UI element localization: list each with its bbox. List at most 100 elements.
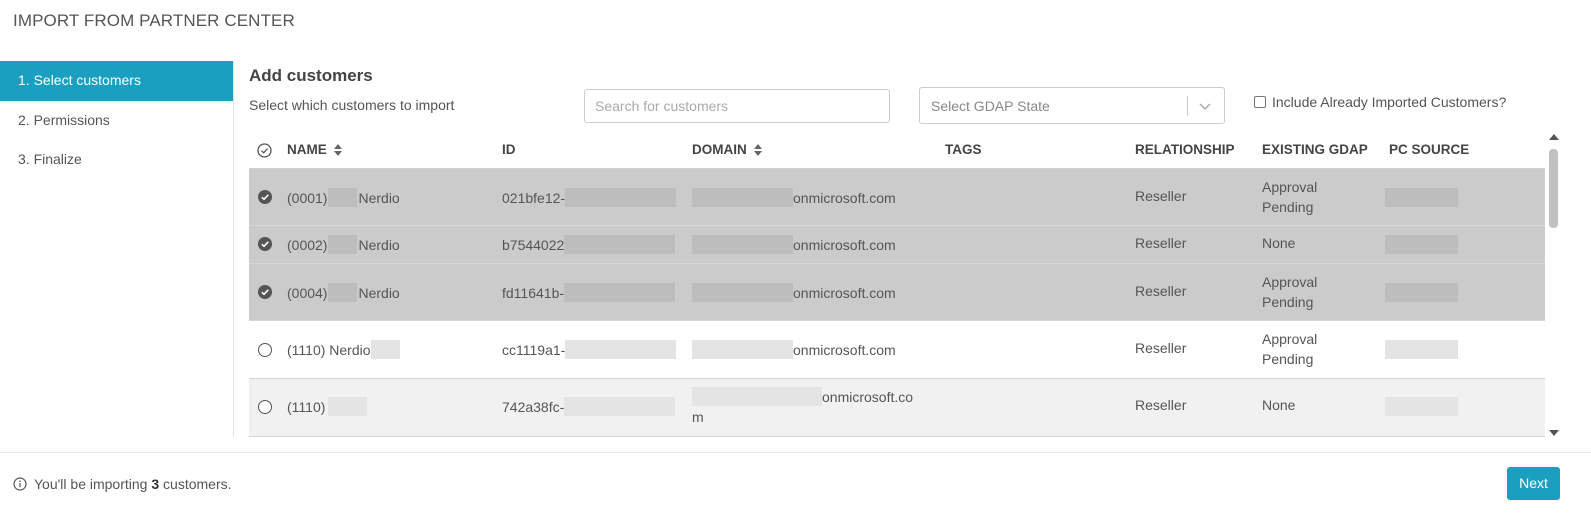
cell-gdap: Approval Pending <box>1262 179 1318 215</box>
customers-table: NAME ID DOMAIN TAGS RELATIONSHIP EXISTIN… <box>249 132 1545 437</box>
redacted-block <box>564 283 676 302</box>
column-relationship: RELATIONSHIP <box>1135 142 1235 157</box>
cell-gdap: None <box>1262 397 1296 413</box>
cell-name: (0004) Nerdio <box>287 283 400 302</box>
scroll-down-arrow-icon[interactable] <box>1549 430 1559 436</box>
cell-pc-source <box>1385 397 1458 416</box>
column-id: ID <box>502 142 516 157</box>
cell-domain: onmicrosoft.com <box>692 387 920 427</box>
cell-relationship: Reseller <box>1135 340 1187 356</box>
cell-pc-source <box>1385 340 1458 359</box>
page-title: IMPORT FROM PARTNER CENTER <box>13 11 295 30</box>
table-header: NAME ID DOMAIN TAGS RELATIONSHIP EXISTIN… <box>249 132 1545 169</box>
row-checkbox[interactable] <box>258 190 272 204</box>
gdap-state-select[interactable]: Select GDAP State <box>919 87 1225 124</box>
redacted-block <box>1385 397 1458 416</box>
table-row[interactable]: (0001) Nerdio 021bfe12- onmicrosoft.com R… <box>249 169 1545 226</box>
row-checkbox[interactable] <box>258 237 272 251</box>
cell-name: (1110) Nerdio <box>287 340 400 359</box>
check-icon <box>261 194 269 201</box>
column-domain[interactable]: DOMAIN <box>692 142 763 157</box>
cell-id: b7544022 <box>502 235 676 254</box>
footer-divider <box>0 452 1591 453</box>
cell-id: 742a38fc- <box>502 397 676 416</box>
scrollbar-thumb[interactable] <box>1549 149 1558 228</box>
redacted-block <box>564 235 676 254</box>
name-prefix: (1110) Nerdio <box>287 341 371 358</box>
table-row[interactable]: (1110) 742a38fc- onmicrosoft.com Reselle… <box>249 379 1545 437</box>
domain-text: onmicrosoft.com <box>793 341 896 358</box>
redacted-block <box>565 188 677 207</box>
id-text: b7544022 <box>502 236 565 253</box>
column-name[interactable]: NAME <box>287 142 343 157</box>
cell-pc-source <box>1385 283 1458 302</box>
next-button[interactable]: Next <box>1507 467 1560 500</box>
cell-id: 021bfe12- <box>502 188 677 207</box>
redacted-block <box>565 340 677 359</box>
import-summary: You'll be importing 3 customers. <box>13 476 232 492</box>
redacted-block <box>692 188 793 207</box>
redacted-block <box>370 340 400 359</box>
select-all-check-icon[interactable] <box>257 143 272 158</box>
redacted-block <box>1385 283 1458 302</box>
table-row[interactable]: (0004) Nerdio fd11641b- onmicrosoft.com R… <box>249 264 1545 321</box>
cell-name: (1110) <box>287 397 368 416</box>
table-scrollbar[interactable] <box>1545 134 1562 436</box>
scroll-up-arrow-icon[interactable] <box>1549 134 1559 140</box>
column-domain-label: DOMAIN <box>692 142 747 157</box>
name-suffix: Nerdio <box>358 236 400 253</box>
redacted-block <box>1385 188 1458 207</box>
name-suffix: Nerdio <box>358 189 400 206</box>
table-row[interactable]: (1110) Nerdio cc1119a1- onmicrosoft.com … <box>249 321 1545 379</box>
include-imported-checkbox[interactable] <box>1254 96 1266 108</box>
redacted-block <box>328 283 358 302</box>
wizard-steps: 1. Select customers 2. Permissions 3. Fi… <box>0 61 234 437</box>
cell-pc-source <box>1385 235 1458 254</box>
summary-prefix: You'll be importing <box>34 476 152 492</box>
summary-suffix: customers. <box>159 476 232 492</box>
table-row[interactable]: (0002) Nerdio b7544022 onmicrosoft.com Re… <box>249 226 1545 264</box>
step-permissions[interactable]: 2. Permissions <box>0 101 233 141</box>
check-icon <box>261 289 269 296</box>
id-text: fd11641b- <box>502 284 565 301</box>
row-checkbox[interactable] <box>258 285 272 299</box>
info-icon <box>13 477 27 491</box>
redacted-block <box>1385 235 1458 254</box>
row-checkbox[interactable] <box>258 400 272 414</box>
cell-gdap: Approval Pending <box>1262 331 1318 367</box>
redacted-block <box>692 283 793 302</box>
cell-name: (0002) Nerdio <box>287 235 400 254</box>
section-heading: Add customers <box>249 66 373 85</box>
domain-text: onmicrosoft.com <box>793 189 896 206</box>
include-imported-option: Include Already Imported Customers? <box>1254 94 1506 110</box>
cell-relationship: Reseller <box>1135 283 1187 299</box>
column-name-label: NAME <box>287 142 327 157</box>
cell-domain: onmicrosoft.com <box>692 188 896 207</box>
row-checkbox[interactable] <box>258 343 272 357</box>
step-finalize[interactable]: 3. Finalize <box>0 140 233 180</box>
redacted-block <box>564 397 676 416</box>
step-select-customers[interactable]: 1. Select customers <box>0 61 233 101</box>
search-input[interactable] <box>584 89 890 123</box>
cell-id: cc1119a1- <box>502 340 677 359</box>
chevron-down-icon <box>1199 103 1211 111</box>
sort-icon <box>333 143 342 156</box>
cell-relationship: Reseller <box>1135 188 1187 204</box>
cell-name: (0001) Nerdio <box>287 188 400 207</box>
select-separator <box>1187 96 1188 116</box>
column-existing-gdap: EXISTING GDAP <box>1262 142 1368 157</box>
name-prefix: (0002) <box>287 236 328 253</box>
column-pc-source: PC SOURCE <box>1389 142 1470 157</box>
redacted-block <box>328 397 368 416</box>
name-suffix: Nerdio <box>358 284 400 301</box>
redacted-block <box>328 188 358 207</box>
redacted-block <box>1385 340 1458 359</box>
redacted-block <box>692 387 822 406</box>
id-text: 742a38fc- <box>502 398 565 415</box>
redacted-block <box>328 235 358 254</box>
cell-id: fd11641b- <box>502 283 676 302</box>
check-icon <box>261 241 269 248</box>
redacted-block <box>692 340 793 359</box>
cell-gdap: Approval Pending <box>1262 274 1318 310</box>
cell-domain: onmicrosoft.com <box>692 283 896 302</box>
